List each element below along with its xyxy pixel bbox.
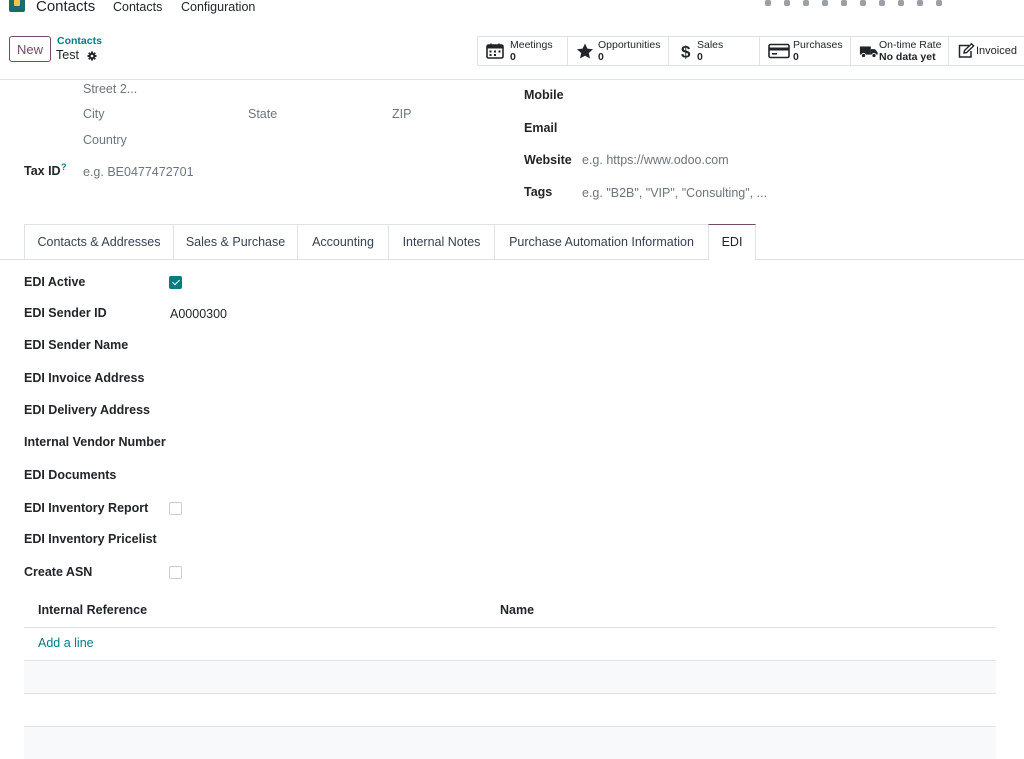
edi-documents-label: EDI Documents xyxy=(24,468,117,482)
control-panel: New Contacts Test Meetings 0 Opportuniti… xyxy=(0,18,1024,80)
edi-inventory-pricelist-label: EDI Inventory Pricelist xyxy=(24,532,157,546)
meetings-count: 0 xyxy=(510,51,516,63)
purchases-count: 0 xyxy=(793,51,799,63)
edi-inventory-report-checkbox[interactable] xyxy=(169,502,182,515)
internal-vendor-number-label: Internal Vendor Number xyxy=(24,435,166,449)
meetings-label: Meetings xyxy=(510,39,553,51)
edi-sender-id-input[interactable]: A0000300 xyxy=(170,307,227,321)
edi-active-checkbox[interactable] xyxy=(169,276,182,289)
tags-label: Tags xyxy=(524,185,553,199)
notebook-tabs: Contacts & Addresses Sales & Purchase Ac… xyxy=(0,224,1024,260)
systray-icons[interactable] xyxy=(752,0,942,6)
tags-input[interactable]: e.g. "B2B", "VIP", "Consulting", ... xyxy=(582,186,767,200)
tax-id-help-icon[interactable]: ? xyxy=(61,162,67,172)
tax-id-label: Tax ID xyxy=(24,164,61,178)
app-title[interactable]: Contacts xyxy=(36,0,95,15)
edi-delivery-address-label: EDI Delivery Address xyxy=(24,403,150,417)
edi-lines-table: Internal Reference Name Add a line xyxy=(24,595,996,759)
website-input[interactable]: e.g. https://www.odoo.com xyxy=(582,153,729,167)
smart-buttons: Meetings 0 Opportunities 0 $ Sales 0 Pur… xyxy=(477,36,1024,66)
table-row xyxy=(24,661,996,694)
tab-internal-notes[interactable]: Internal Notes xyxy=(388,224,495,259)
gear-icon[interactable] xyxy=(87,51,97,61)
new-button[interactable]: New xyxy=(9,36,51,62)
credit-card-icon xyxy=(768,43,790,59)
menu-contacts[interactable]: Contacts xyxy=(113,0,162,14)
tax-id-input[interactable]: e.g. BE0477472701 xyxy=(83,165,194,179)
sales-label: Sales xyxy=(697,39,724,51)
menu-configuration[interactable]: Configuration xyxy=(181,0,255,14)
edi-inventory-report-label: EDI Inventory Report xyxy=(24,501,149,515)
column-internal-reference[interactable]: Internal Reference xyxy=(38,603,147,617)
add-line-link[interactable]: Add a line xyxy=(38,636,94,650)
tab-purchase-automation[interactable]: Purchase Automation Information xyxy=(494,224,709,259)
opportunities-count: 0 xyxy=(598,51,604,63)
meetings-button[interactable]: Meetings 0 xyxy=(478,37,568,65)
tab-sales-purchase[interactable]: Sales & Purchase xyxy=(173,224,298,259)
website-label: Website xyxy=(524,153,572,167)
breadcrumb-parent[interactable]: Contacts xyxy=(57,35,102,47)
pencil-square-icon xyxy=(958,43,975,58)
create-asn-checkbox[interactable] xyxy=(169,566,182,579)
state-select[interactable]: State xyxy=(248,107,277,121)
top-navbar: Contacts Contacts Configuration xyxy=(0,0,1024,18)
on-time-rate-label: On-time Rate xyxy=(879,39,942,51)
opportunities-label: Opportunities xyxy=(598,39,661,51)
on-time-rate-value: No data yet xyxy=(879,51,936,63)
purchases-button[interactable]: Purchases 0 xyxy=(760,37,851,65)
edi-active-label: EDI Active xyxy=(24,275,86,289)
breadcrumb-current: Test xyxy=(56,48,79,62)
on-time-rate-button[interactable]: On-time Rate No data yet xyxy=(851,37,949,65)
contacts-app-icon[interactable] xyxy=(9,0,25,12)
edi-invoice-address-label: EDI Invoice Address xyxy=(24,371,145,385)
sales-count: 0 xyxy=(697,51,703,63)
table-row xyxy=(24,694,996,727)
svg-text:$: $ xyxy=(681,43,691,59)
invoiced-label: Invoiced xyxy=(976,45,1017,57)
country-select[interactable]: Country xyxy=(83,133,127,147)
street2-input[interactable]: Street 2... xyxy=(83,82,137,96)
column-name[interactable]: Name xyxy=(500,603,534,617)
purchases-label: Purchases xyxy=(793,39,843,51)
tab-accounting[interactable]: Accounting xyxy=(297,224,389,259)
table-row: Add a line xyxy=(24,628,996,661)
invoiced-button[interactable]: Invoiced xyxy=(949,37,1024,65)
edi-sender-name-label: EDI Sender Name xyxy=(24,338,129,352)
truck-icon xyxy=(859,46,878,59)
create-asn-label: Create ASN xyxy=(24,565,93,579)
city-input[interactable]: City xyxy=(83,107,105,121)
mobile-label: Mobile xyxy=(524,88,564,102)
star-icon xyxy=(577,43,593,59)
email-label: Email xyxy=(524,121,558,135)
calendar-icon xyxy=(486,43,504,59)
dollar-icon: $ xyxy=(681,43,691,59)
table-row xyxy=(24,727,996,759)
tab-contacts-addresses[interactable]: Contacts & Addresses xyxy=(24,224,174,259)
table-header: Internal Reference Name xyxy=(24,595,996,628)
tab-edi[interactable]: EDI xyxy=(708,224,756,260)
sales-button[interactable]: $ Sales 0 xyxy=(669,37,760,65)
opportunities-button[interactable]: Opportunities 0 xyxy=(568,37,669,65)
edi-sender-id-label: EDI Sender ID xyxy=(24,306,107,320)
zip-input[interactable]: ZIP xyxy=(392,107,411,121)
